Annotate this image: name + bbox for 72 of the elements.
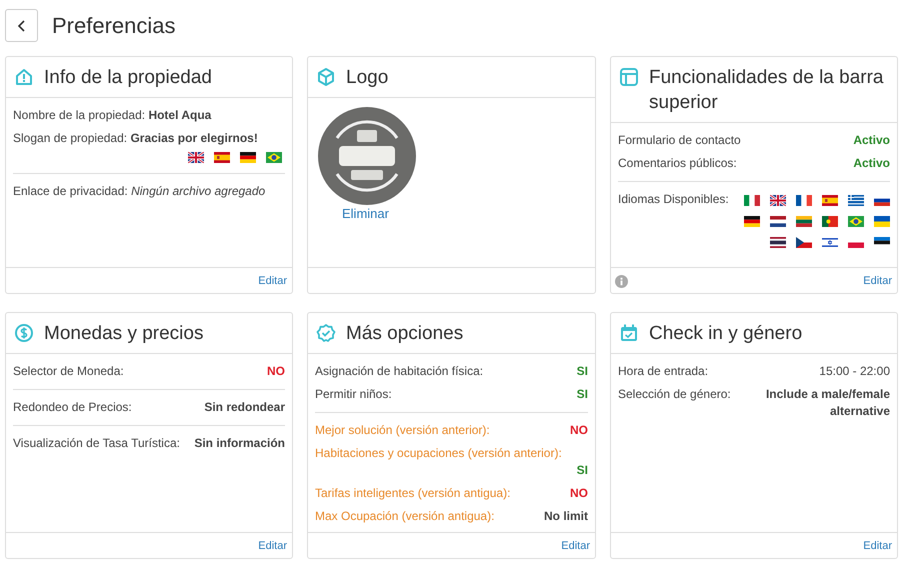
edit-link[interactable]: Editar: [258, 540, 287, 552]
card-title: Check in y género: [649, 322, 802, 346]
card-icon: [316, 67, 336, 87]
flag-icon: [770, 216, 786, 227]
field-label: Asignación de habitación física:: [315, 363, 484, 380]
chevron-left-icon: [16, 20, 26, 32]
edit-link[interactable]: Editar: [561, 540, 590, 552]
field-value: Activo: [853, 132, 890, 149]
field-label: Nombre de la propiedad:: [13, 108, 146, 122]
back-button[interactable]: [5, 9, 38, 42]
card-icon: [14, 323, 34, 343]
field-value: SI: [576, 386, 588, 403]
field-value: NO: [570, 485, 588, 502]
field-label: Selección de género:: [618, 386, 731, 403]
flag-icon: [214, 152, 230, 163]
edit-link[interactable]: Editar: [863, 540, 892, 552]
flag-icon: [822, 237, 838, 248]
edit-link[interactable]: Editar: [258, 275, 287, 287]
card-title: Logo: [346, 66, 388, 90]
field-label: Max Ocupación (versión antigua):: [315, 508, 494, 525]
field-value: No limit: [544, 508, 588, 525]
field-label: Tarifas inteligentes (versión antigua):: [315, 485, 510, 502]
field-label: Formulario de contacto: [618, 132, 741, 149]
flag-icon: [744, 216, 760, 227]
flag-icon: [848, 195, 864, 206]
field-label: Selector de Moneda:: [13, 363, 124, 380]
flag-icon: [848, 216, 864, 227]
card-title: Más opciones: [346, 322, 464, 346]
field-value: Gracias por elegirnos!: [130, 131, 258, 145]
field-value: Sin información: [194, 435, 285, 452]
field-value: Hotel Aqua: [148, 108, 212, 122]
field-value: Ningún archivo agregado: [131, 184, 266, 198]
field-value: 15:00 - 22:00: [819, 363, 890, 380]
field-value: NO: [267, 363, 285, 380]
field-label: Permitir niños:: [315, 386, 392, 403]
field-label: Visualización de Tasa Turística:: [13, 435, 180, 452]
field-label: Hora de entrada:: [618, 363, 708, 380]
field-label: Enlace de privacidad:: [13, 184, 128, 198]
field-value: Include a male/female alternative: [764, 386, 890, 420]
flag-icon: [822, 195, 838, 206]
card-icon: [619, 67, 639, 87]
flag-icon: [796, 237, 812, 248]
page-title: Preferencias: [52, 12, 176, 38]
card-title: Monedas y precios: [44, 322, 204, 346]
field-value: SI: [576, 363, 588, 380]
card-icon: [619, 323, 639, 343]
flag-icon: [796, 216, 812, 227]
field-value: SI: [576, 462, 588, 479]
field-label: Comentarios públicos:: [618, 155, 737, 172]
flag-icon: [874, 216, 890, 227]
field-label: Habitaciones y ocupaciones (versión anterior):: [315, 446, 562, 460]
flag-icon: [822, 216, 838, 227]
field-label: Mejor solución (versión anterior):: [315, 422, 490, 439]
flag-icon: [744, 195, 760, 206]
flag-icon: [770, 237, 786, 248]
card-title: Funcionalidades de la barra superior: [649, 66, 884, 115]
field-label: Slogan de propiedad:: [13, 131, 128, 145]
card-icon: [316, 323, 336, 343]
field-value: Activo: [853, 155, 890, 172]
flag-icon: [266, 152, 282, 163]
field-value: Sin redondear: [204, 399, 285, 416]
card-title: Info de la propiedad: [44, 66, 212, 90]
field-value: NO: [570, 422, 588, 439]
field-label: Idiomas Disponibles:: [618, 192, 729, 208]
flag-icon: [188, 152, 204, 163]
field-label: Redondeo de Precios:: [13, 399, 132, 416]
flag-icon: [796, 195, 812, 206]
card-icon: [14, 67, 34, 87]
flag-icon: [770, 195, 786, 206]
edit-link[interactable]: Editar: [863, 275, 892, 287]
delete-link[interactable]: Eliminar: [342, 206, 389, 221]
flag-icon: [240, 152, 256, 163]
